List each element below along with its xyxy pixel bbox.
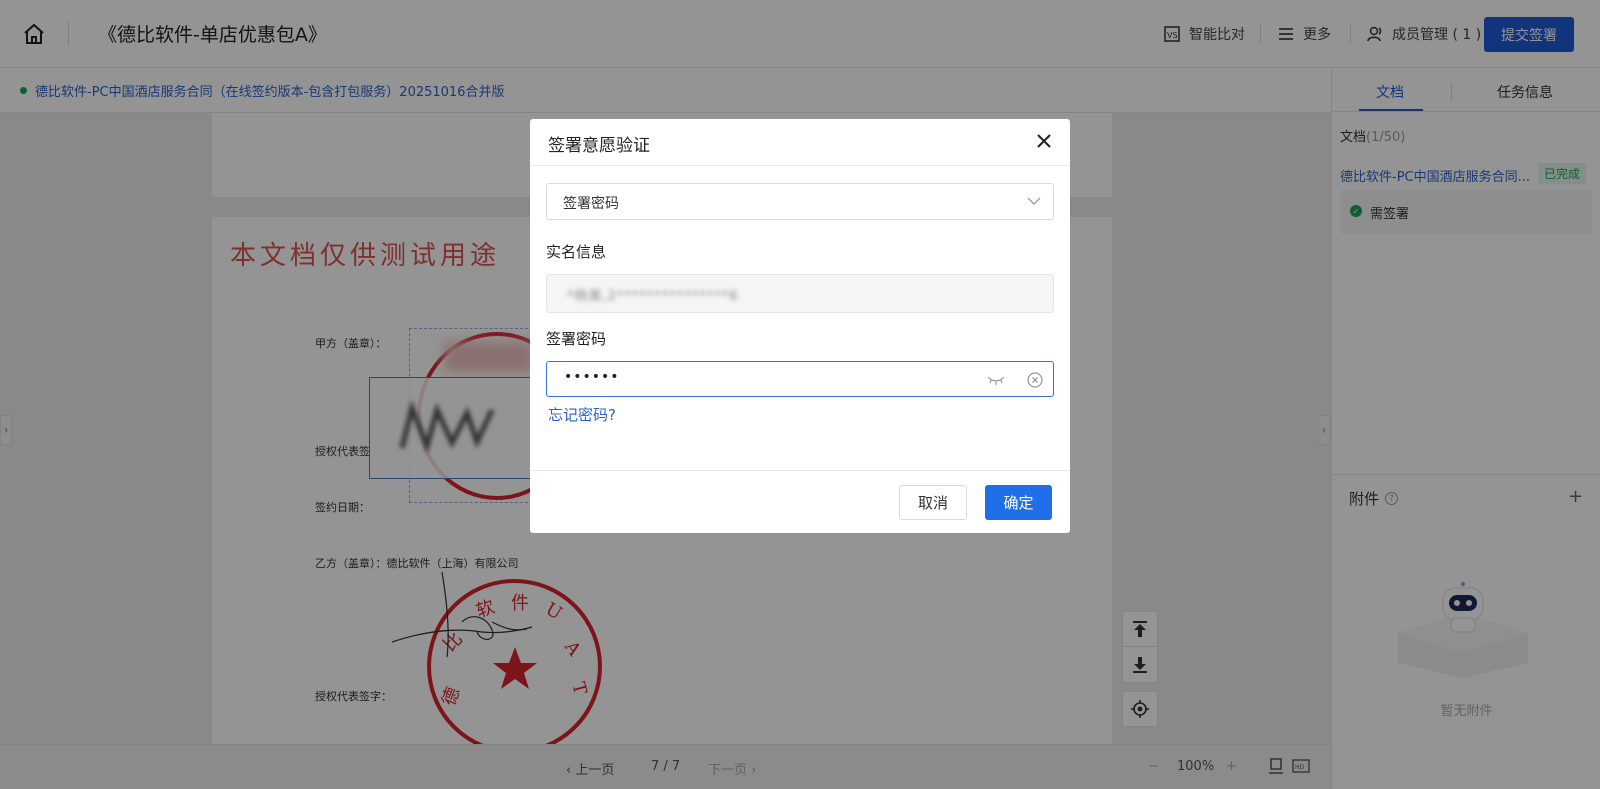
eye-closed-icon[interactable]	[987, 372, 1005, 386]
realname-value: *杨昊,2***************6	[567, 289, 739, 304]
dialog-title: 签署意愿验证	[548, 136, 650, 156]
password-value: ••••••	[564, 369, 620, 385]
chevron-down-icon	[1027, 197, 1041, 205]
cancel-button[interactable]: 取消	[899, 485, 967, 520]
confirm-button[interactable]: 确定	[985, 485, 1052, 520]
clear-icon[interactable]	[1027, 372, 1043, 388]
forgot-password-link[interactable]: 忘记密码?	[548, 404, 616, 425]
sign-password-input[interactable]: ••••••	[546, 361, 1054, 397]
realname-field: *杨昊,2***************6	[546, 274, 1054, 313]
sign-intent-verification-dialog: 签署意愿验证 签署密码 实名信息 *杨昊,2***************6 签…	[530, 119, 1070, 533]
close-icon[interactable]	[1034, 131, 1054, 151]
password-label: 签署密码	[546, 330, 607, 348]
verification-method-value: 签署密码	[563, 196, 619, 212]
dialog-footer-divider	[530, 470, 1070, 471]
realname-label: 实名信息	[546, 243, 607, 261]
verification-method-select[interactable]: 签署密码	[546, 183, 1054, 220]
dialog-header-divider	[530, 165, 1070, 166]
